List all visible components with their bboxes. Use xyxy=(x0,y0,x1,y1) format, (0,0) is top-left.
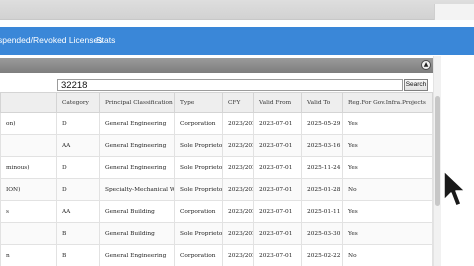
cell-valid-to: 2025-03-30 xyxy=(301,222,343,245)
column-header-valid-to[interactable]: Valid To xyxy=(301,92,343,113)
cell-reg-gov-infra: Yes xyxy=(342,156,433,179)
cell-valid-from: 2023-07-01 xyxy=(253,134,302,157)
cell-name: minous) xyxy=(0,156,57,179)
cell-valid-to: 2025-05-29 xyxy=(301,112,343,135)
cell-category: D xyxy=(56,178,100,201)
column-header-type[interactable]: Type xyxy=(174,92,223,113)
scrollbar-thumb[interactable] xyxy=(435,96,440,206)
cell-cfy: 2023/2024 xyxy=(222,156,254,179)
vertical-scrollbar[interactable] xyxy=(433,56,441,266)
cell-category: AA xyxy=(56,134,100,157)
cell-classification: General Engineering xyxy=(99,134,175,157)
table-row[interactable]: n B General Engineering Corporation 2023… xyxy=(0,244,433,266)
search-input[interactable] xyxy=(57,79,403,91)
cell-classification: General Engineering xyxy=(99,112,175,135)
cell-type: Corporation xyxy=(174,244,223,266)
cell-name: on) xyxy=(0,112,57,135)
cell-name xyxy=(0,222,57,245)
cell-classification: General Building xyxy=(99,222,175,245)
search-button[interactable]: Search xyxy=(404,79,428,91)
table-header-row: Category Principal Classification Type C… xyxy=(0,92,433,113)
cell-valid-from: 2023-07-01 xyxy=(253,200,302,223)
column-header-cfy[interactable]: CFY xyxy=(222,92,254,113)
cell-cfy: 2023/2024 xyxy=(222,178,254,201)
cell-cfy: 2023/2024 xyxy=(222,200,254,223)
cell-type: Sole Proprietorship xyxy=(174,156,223,179)
cell-valid-from: 2023-07-01 xyxy=(253,244,302,266)
cell-type: Sole Proprietorship xyxy=(174,222,223,245)
cell-reg-gov-infra: Yes xyxy=(342,222,433,245)
cell-classification: Specialty-Mechanical Work xyxy=(99,178,175,201)
table-row[interactable]: ION) D Specialty-Mechanical Work Sole Pr… xyxy=(0,178,433,201)
cell-classification: General Building xyxy=(99,200,175,223)
cell-valid-from: 2023-07-01 xyxy=(253,222,302,245)
cell-classification: General Engineering xyxy=(99,156,175,179)
column-header-reg-gov-infra[interactable]: Reg.For Gov.Infra.Projects xyxy=(342,92,433,113)
cell-valid-to: 2025-01-11 xyxy=(301,200,343,223)
cell-name: n xyxy=(0,244,57,266)
mouse-pointer-icon xyxy=(443,170,466,207)
cell-type: Corporation xyxy=(174,200,223,223)
cell-category: D xyxy=(56,156,100,179)
cell-reg-gov-infra: No xyxy=(342,244,433,266)
column-header-valid-from[interactable]: Valid From xyxy=(253,92,302,113)
cell-type: Sole Proprietorship xyxy=(174,178,223,201)
table-row[interactable]: on) D General Engineering Corporation 20… xyxy=(0,112,433,135)
cell-reg-gov-infra: Yes xyxy=(342,112,433,135)
cell-classification: General Engineering xyxy=(99,244,175,266)
cell-valid-from: 2023-07-01 xyxy=(253,178,302,201)
cell-type: Sole Proprietorship xyxy=(174,134,223,157)
nav-link-stats[interactable]: Stats xyxy=(96,35,115,45)
column-header-name[interactable] xyxy=(0,92,57,113)
cell-category: AA xyxy=(56,200,100,223)
cell-reg-gov-infra: Yes xyxy=(342,134,433,157)
cell-category: B xyxy=(56,244,100,266)
table-row[interactable]: B General Building Sole Proprietorship 2… xyxy=(0,222,433,245)
cell-type: Corporation xyxy=(174,112,223,135)
license-table: Category Principal Classification Type C… xyxy=(0,92,433,266)
cell-cfy: 2023/2024 xyxy=(222,244,254,266)
cell-valid-to: 2025-03-16 xyxy=(301,134,343,157)
browser-tab-edge xyxy=(434,4,474,20)
cell-reg-gov-infra: Yes xyxy=(342,200,433,223)
cell-name: ION) xyxy=(0,178,57,201)
cell-name xyxy=(0,134,57,157)
cell-cfy: 2023/2024 xyxy=(222,134,254,157)
cell-valid-from: 2023-07-01 xyxy=(253,112,302,135)
table-row[interactable]: AA General Engineering Sole Proprietorsh… xyxy=(0,134,433,157)
column-header-category[interactable]: Category xyxy=(56,92,100,113)
navbar: spended/Revoked Licenses Stats xyxy=(0,27,474,55)
cell-name: s xyxy=(0,200,57,223)
nav-link-suspended-revoked-licenses[interactable]: spended/Revoked Licenses xyxy=(0,35,102,45)
cell-cfy: 2023/2024 xyxy=(222,222,254,245)
cell-valid-to: 2025-02-22 xyxy=(301,244,343,266)
cell-cfy: 2023/2024 xyxy=(222,112,254,135)
browser-top-strip xyxy=(0,0,474,20)
column-header-principal-classification[interactable]: Principal Classification xyxy=(99,92,175,113)
cell-valid-to: 2025-01-28 xyxy=(301,178,343,201)
cell-reg-gov-infra: No xyxy=(342,178,433,201)
cell-category: B xyxy=(56,222,100,245)
chevron-up-icon[interactable]: ▲ xyxy=(421,60,431,70)
panel-header: ▲ xyxy=(0,58,433,73)
cell-valid-to: 2025-11-24 xyxy=(301,156,343,179)
cell-category: D xyxy=(56,112,100,135)
cell-valid-from: 2023-07-01 xyxy=(253,156,302,179)
table-row[interactable]: minous) D General Engineering Sole Propr… xyxy=(0,156,433,179)
table-row[interactable]: s AA General Building Corporation 2023/2… xyxy=(0,200,433,223)
